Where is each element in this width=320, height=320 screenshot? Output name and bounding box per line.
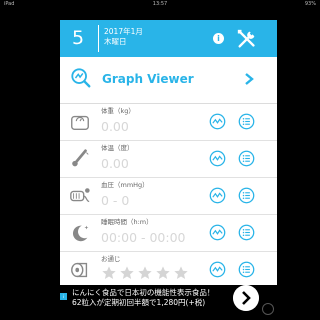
- toilet-paper-icon: [71, 262, 88, 278]
- temperature-row[interactable]: 体温（度） 0.00: [60, 141, 277, 178]
- info-icon[interactable]: i: [213, 33, 224, 44]
- blood-pressure-row[interactable]: 血圧（mmHg） 0 - 0: [60, 178, 277, 215]
- settings-tools-icon[interactable]: [236, 28, 258, 50]
- thermometer-icon: [72, 149, 89, 167]
- temperature-value[interactable]: 0.00: [101, 156, 129, 172]
- date-header: 5 2017年1月 木曜日 i: [60, 20, 277, 57]
- rating-stars[interactable]: [101, 265, 191, 282]
- temperature-label: 体温（度）: [101, 144, 134, 152]
- weight-row[interactable]: 体重（kg） 0.00: [60, 104, 277, 141]
- list-icon[interactable]: [238, 113, 255, 130]
- status-bar: iPad 13:57 93%: [0, 0, 320, 9]
- graph-icon[interactable]: [209, 224, 226, 241]
- star-icon[interactable]: [119, 265, 135, 281]
- list-icon[interactable]: [238, 224, 255, 241]
- battery-level: 93%: [304, 1, 316, 7]
- bowel-row[interactable]: お通じ: [60, 252, 277, 285]
- list-icon[interactable]: [238, 261, 255, 278]
- graph-icon[interactable]: [209, 150, 226, 167]
- date-label: 2017年1月 木曜日: [104, 27, 143, 47]
- ad-arrow-icon[interactable]: [233, 285, 259, 311]
- star-icon[interactable]: [101, 265, 117, 281]
- blood-pressure-label: 血圧（mmHg）: [101, 181, 149, 189]
- ad-info-icon[interactable]: i: [60, 293, 67, 300]
- year-month: 2017年1月: [104, 27, 143, 36]
- graph-icon[interactable]: [209, 187, 226, 204]
- star-icon[interactable]: [155, 265, 171, 281]
- moon-stars-icon: [72, 225, 89, 242]
- day-number: 5: [72, 27, 85, 49]
- blood-pressure-cuff-icon: [70, 188, 90, 203]
- bowel-label: お通じ: [101, 255, 121, 263]
- scale-icon: [71, 115, 89, 131]
- graph-icon[interactable]: [209, 113, 226, 130]
- home-button-icon[interactable]: [262, 303, 274, 315]
- list-icon[interactable]: [238, 150, 255, 167]
- weight-value[interactable]: 0.00: [101, 119, 129, 135]
- star-icon[interactable]: [173, 265, 189, 281]
- blood-pressure-value[interactable]: 0 - 0: [101, 193, 129, 209]
- star-icon[interactable]: [137, 265, 153, 281]
- list-icon[interactable]: [238, 187, 255, 204]
- status-time: 13:57: [152, 1, 168, 7]
- ad-headline: にんにく食品で日本初の機能性表示食品！: [72, 288, 215, 297]
- app-panel: 5 2017年1月 木曜日 i Graph Viewer 体重（kg） 0.00…: [60, 20, 277, 285]
- sleep-label: 睡眠時間（h:m）: [101, 218, 153, 226]
- graph-search-icon: [71, 68, 91, 88]
- graph-viewer-row[interactable]: Graph Viewer: [60, 57, 277, 104]
- header-divider: [98, 25, 99, 52]
- weight-label: 体重（kg）: [101, 107, 135, 115]
- graph-viewer-label: Graph Viewer: [102, 72, 194, 86]
- ad-subline: 62粒入が定期初回半額で1,280円(+税): [72, 298, 206, 307]
- graph-icon[interactable]: [209, 261, 226, 278]
- sleep-value[interactable]: 00:00 - 00:00: [101, 230, 186, 246]
- sleep-row[interactable]: 睡眠時間（h:m） 00:00 - 00:00: [60, 215, 277, 252]
- weekday: 木曜日: [104, 37, 127, 46]
- chevron-right-icon: [245, 73, 254, 85]
